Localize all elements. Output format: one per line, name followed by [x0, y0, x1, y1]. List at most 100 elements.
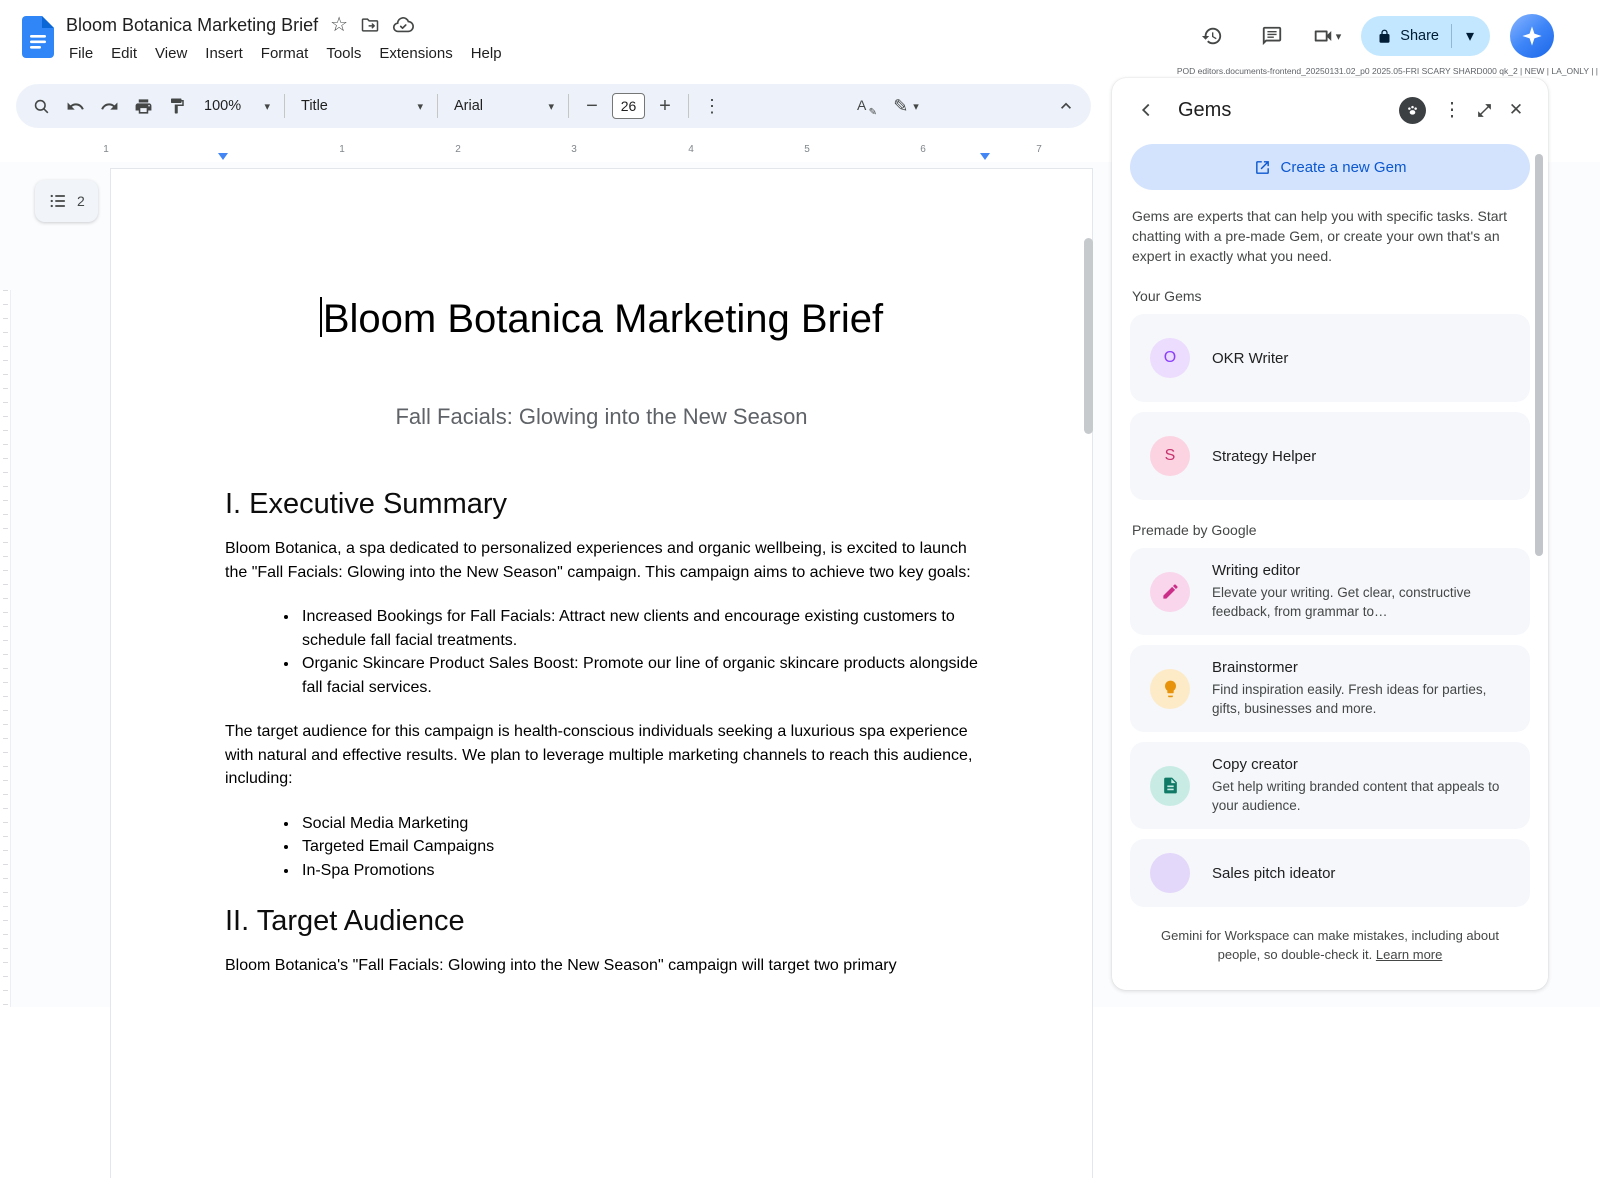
create-new-gem-button[interactable]: Create a new Gem: [1130, 144, 1530, 190]
version-history-icon[interactable]: [1192, 16, 1232, 56]
font-caret-icon: ▾: [548, 100, 554, 113]
meet-dropdown-caret-icon[interactable]: ▾: [1336, 30, 1342, 43]
doc-paragraph[interactable]: The target audience for this campaign is…: [225, 720, 978, 791]
gemini-button[interactable]: [1510, 14, 1554, 58]
gem-card-writing-editor[interactable]: Writing editor Elevate your writing. Get…: [1130, 548, 1530, 635]
ruler-label: 3: [571, 144, 577, 155]
ruler-label: 1: [103, 144, 109, 155]
learn-more-link[interactable]: Learn more: [1376, 947, 1442, 962]
gem-card-copy-creator[interactable]: Copy creator Get help writing branded co…: [1130, 742, 1530, 829]
meet-presenting-button[interactable]: ▾: [1312, 25, 1342, 47]
font-size-input[interactable]: 26: [612, 93, 645, 119]
document-tabs-chip[interactable]: 2: [35, 180, 98, 222]
menu-extensions[interactable]: Extensions: [370, 42, 461, 65]
ruler-label: 2: [455, 144, 461, 155]
doc-paragraph[interactable]: Bloom Botanica, a spa dedicated to perso…: [225, 537, 978, 584]
more-toolbar-options-icon[interactable]: ⋮: [695, 89, 729, 123]
gem-name: Copy creator: [1212, 756, 1510, 773]
ruler-label: 5: [804, 144, 810, 155]
hide-menus-chevron-icon[interactable]: [1049, 89, 1083, 123]
move-folder-icon[interactable]: [360, 15, 380, 35]
create-new-gem-label: Create a new Gem: [1281, 159, 1407, 176]
doc-paragraph[interactable]: Bloom Botanica's "Fall Facials: Glowing …: [225, 954, 978, 978]
share-dropdown-caret-icon[interactable]: ▾: [1456, 26, 1484, 46]
editing-tools-icon[interactable]: A✎: [848, 89, 882, 123]
paint-format-icon[interactable]: [160, 89, 194, 123]
doc-heading-target-audience[interactable]: II. Target Audience: [225, 904, 978, 938]
font-select[interactable]: Arial ▾: [444, 90, 562, 122]
pen-annotate-icon[interactable]: ✎ ▾: [882, 89, 930, 123]
gem-card-sales-pitch-ideator[interactable]: Sales pitch ideator: [1130, 839, 1530, 907]
zoom-value: 100%: [204, 98, 241, 114]
vertical-ruler[interactable]: [0, 290, 11, 1007]
expand-panel-icon[interactable]: [1468, 94, 1500, 126]
share-label: Share: [1400, 28, 1439, 44]
document-title[interactable]: Bloom Botanica Marketing Brief: [66, 15, 318, 36]
menu-bar: File Edit View Insert Format Tools Exten…: [60, 42, 511, 65]
gems-intro-text: Gems are experts that can help you with …: [1132, 206, 1528, 266]
doc-body-title[interactable]: Bloom Botanica Marketing Brief: [225, 295, 978, 343]
lock-icon: [1377, 29, 1392, 44]
horizontal-ruler[interactable]: 1 1 2 3 4 5 6 7: [16, 140, 1096, 161]
document-page[interactable]: Bloom Botanica Marketing Brief Fall Faci…: [110, 168, 1093, 1178]
left-indent-marker[interactable]: [218, 153, 228, 160]
font-value: Arial: [454, 98, 483, 114]
menu-tools[interactable]: Tools: [317, 42, 370, 65]
undo-icon[interactable]: [58, 89, 92, 123]
text-cursor: [320, 297, 322, 337]
doc-bullet-item[interactable]: In-Spa Promotions: [299, 859, 978, 883]
gem-card-brainstormer[interactable]: Brainstormer Find inspiration easily. Fr…: [1130, 645, 1530, 732]
paragraph-style-select[interactable]: Title ▾: [291, 90, 431, 122]
book-icon: [1150, 766, 1190, 806]
menu-file[interactable]: File: [60, 42, 102, 65]
decrease-font-size-button[interactable]: −: [575, 89, 609, 123]
google-docs-logo[interactable]: [22, 16, 54, 58]
gem-avatar: S: [1150, 436, 1190, 476]
gemini-spark-icon: [1521, 25, 1543, 47]
doc-bullet-item[interactable]: Increased Bookings for Fall Facials: Att…: [299, 605, 978, 652]
lightbulb-icon: [1150, 669, 1190, 709]
document-scrollbar-thumb[interactable]: [1084, 238, 1093, 434]
right-indent-marker[interactable]: [980, 153, 990, 160]
doc-bullet-item[interactable]: Organic Skincare Product Sales Boost: Pr…: [299, 652, 978, 699]
doc-bullet-list: Social Media Marketing Targeted Email Ca…: [225, 812, 978, 883]
panel-title: Gems: [1178, 99, 1399, 122]
style-value: Title: [301, 98, 328, 114]
open-in-new-icon: [1254, 159, 1271, 176]
premade-by-google-label: Premade by Google: [1132, 522, 1528, 538]
ruler-label: 1: [339, 144, 345, 155]
gem-card-okr-writer[interactable]: O OKR Writer: [1130, 314, 1530, 402]
menu-view[interactable]: View: [146, 42, 196, 65]
menu-help[interactable]: Help: [462, 42, 511, 65]
print-icon[interactable]: [126, 89, 160, 123]
panel-more-options-icon[interactable]: ⋮: [1436, 94, 1468, 126]
close-panel-icon[interactable]: ✕: [1500, 94, 1532, 126]
doc-body-subtitle[interactable]: Fall Facials: Glowing into the New Seaso…: [225, 403, 978, 431]
share-button[interactable]: Share ▾: [1361, 16, 1490, 56]
redo-icon[interactable]: [92, 89, 126, 123]
search-menus-icon[interactable]: [24, 89, 58, 123]
panel-scrollbar-thumb[interactable]: [1535, 154, 1543, 556]
toolbar: 100% ▾ Title ▾ Arial ▾ − 26 + ⋮ A✎ ✎ ▾: [16, 84, 1091, 128]
back-chevron-icon[interactable]: [1130, 94, 1162, 126]
menu-edit[interactable]: Edit: [102, 42, 146, 65]
gem-card-strategy-helper[interactable]: S Strategy Helper: [1130, 412, 1530, 500]
disclaimer-text: Gemini for Workspace can make mistakes, …: [1161, 928, 1499, 962]
star-icon[interactable]: ☆: [330, 15, 348, 35]
doc-heading-executive-summary[interactable]: I. Executive Summary: [225, 487, 978, 521]
menu-insert[interactable]: Insert: [196, 42, 252, 65]
menu-format[interactable]: Format: [252, 42, 318, 65]
pen-icon: [1150, 572, 1190, 612]
gem-description: Find inspiration easily. Fresh ideas for…: [1212, 680, 1510, 718]
ruler-label: 7: [1036, 144, 1042, 155]
zoom-select[interactable]: 100% ▾: [194, 90, 278, 122]
gem-description: Get help writing branded content that ap…: [1212, 777, 1510, 815]
toolbar-divider: [568, 94, 569, 118]
paw-gem-icon[interactable]: [1399, 97, 1426, 124]
gem-name: Brainstormer: [1212, 659, 1510, 676]
increase-font-size-button[interactable]: +: [648, 89, 682, 123]
comments-icon[interactable]: [1252, 16, 1292, 56]
doc-bullet-item[interactable]: Targeted Email Campaigns: [299, 835, 978, 859]
doc-bullet-item[interactable]: Social Media Marketing: [299, 812, 978, 836]
cloud-saved-icon[interactable]: [392, 14, 414, 36]
